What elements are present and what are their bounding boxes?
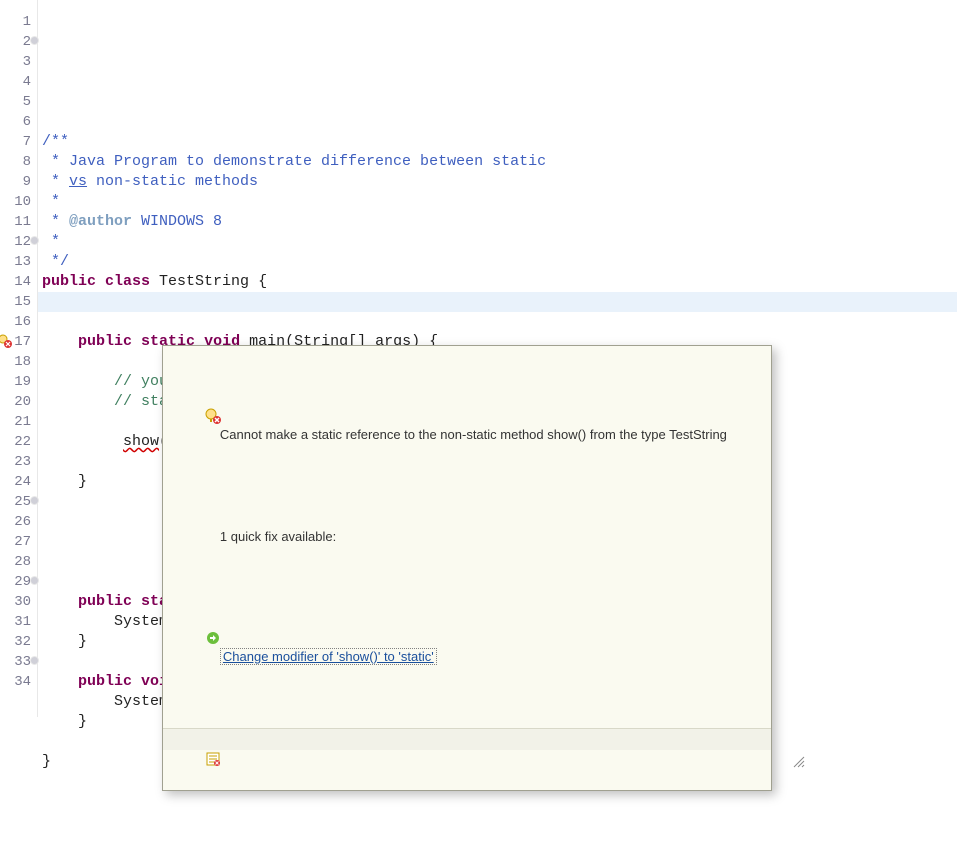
code-area[interactable]: /** * Java Program to demonstrate differ… xyxy=(38,0,957,717)
line-number: 21 xyxy=(0,412,37,432)
tooltip-quickfix-header-row: 1 quick fix available: xyxy=(163,506,771,568)
token-plain xyxy=(96,273,105,290)
token-jd: vs xyxy=(69,173,87,190)
token-jd: * xyxy=(42,173,69,190)
line-number: 29 xyxy=(0,572,37,592)
tooltip-quickfix-row: Change modifier of 'show()' to 'static' xyxy=(163,608,771,688)
code-line[interactable] xyxy=(38,292,957,312)
line-number: 27 xyxy=(0,532,37,552)
line-number: 25 xyxy=(0,492,37,512)
code-line[interactable]: * vs non-static methods xyxy=(38,172,957,192)
line-number: 13 xyxy=(0,252,37,272)
line-number: 32 xyxy=(0,632,37,652)
code-line[interactable] xyxy=(38,112,957,132)
tooltip-error-row: Cannot make a static reference to the no… xyxy=(163,386,771,466)
token-plain: } xyxy=(42,713,87,730)
token-jd: * Java Program to demonstrate difference… xyxy=(42,153,546,170)
line-number: 17 xyxy=(0,332,37,352)
token-jd: */ xyxy=(42,253,69,270)
token-jd: * xyxy=(42,193,60,210)
lightbulb-error-icon xyxy=(169,390,185,406)
line-number: 26 xyxy=(0,512,37,532)
line-number: 10 xyxy=(0,192,37,212)
line-number: 19 xyxy=(0,372,37,392)
code-line[interactable]: * xyxy=(38,192,957,212)
token-plain xyxy=(132,593,141,610)
quickfix-arrow-icon xyxy=(169,612,185,628)
line-number: 2 xyxy=(0,32,37,52)
token-kw: class xyxy=(105,273,150,290)
token-plain xyxy=(42,373,114,390)
token-jd: non-static methods xyxy=(87,173,258,190)
token-kw: public xyxy=(78,673,132,690)
code-line[interactable] xyxy=(38,312,957,332)
line-number: 7 xyxy=(0,132,37,152)
line-number-gutter: 1234567891011121314151617181920212223242… xyxy=(0,0,38,717)
line-number: 20 xyxy=(0,392,37,412)
footer-info-icon[interactable] xyxy=(169,731,185,747)
line-number: 9 xyxy=(0,172,37,192)
token-jd: WINDOWS 8 xyxy=(132,213,222,230)
token-plain xyxy=(42,333,78,350)
token-jd: * xyxy=(42,233,60,250)
line-number: 16 xyxy=(0,312,37,332)
token-plain: } xyxy=(42,633,87,650)
line-number: 23 xyxy=(0,452,37,472)
line-number: 5 xyxy=(0,92,37,112)
line-number: 31 xyxy=(0,612,37,632)
tooltip-error-message: Cannot make a static reference to the no… xyxy=(220,427,727,442)
line-number: 14 xyxy=(0,272,37,292)
tooltip-quickfix-header: 1 quick fix available: xyxy=(220,529,336,544)
line-number: 22 xyxy=(0,432,37,452)
token-kw: public xyxy=(78,593,132,610)
resize-grip-icon[interactable] xyxy=(755,734,769,748)
token-plain xyxy=(42,593,78,610)
line-number: 3 xyxy=(0,52,37,72)
token-jd-tag: @author xyxy=(69,213,132,230)
token-plain xyxy=(132,673,141,690)
tooltip-footer xyxy=(163,728,771,750)
code-line[interactable]: * xyxy=(38,232,957,252)
line-number: 24 xyxy=(0,472,37,492)
line-number: 34 xyxy=(0,672,37,692)
line-number: 1 xyxy=(0,12,37,32)
error-tooltip: Cannot make a static reference to the no… xyxy=(162,345,772,791)
token-plain xyxy=(132,333,141,350)
code-line[interactable]: public class TestString { xyxy=(38,272,957,292)
token-plain: } xyxy=(42,753,51,770)
line-number: 15 xyxy=(0,292,37,312)
token-jd: * xyxy=(42,213,69,230)
code-line[interactable]: * Java Program to demonstrate difference… xyxy=(38,152,957,172)
code-line[interactable]: * @author WINDOWS 8 xyxy=(38,212,957,232)
line-number: 28 xyxy=(0,552,37,572)
token-kw: public xyxy=(78,333,132,350)
line-number: 12 xyxy=(0,232,37,252)
token-wavy: show xyxy=(123,433,159,450)
line-number: 18 xyxy=(0,352,37,372)
line-number: 8 xyxy=(0,152,37,172)
token-plain xyxy=(42,673,78,690)
token-plain: } xyxy=(42,473,87,490)
token-plain: System. xyxy=(42,613,177,630)
tooltip-quickfix-link[interactable]: Change modifier of 'show()' to 'static' xyxy=(220,648,437,665)
code-line[interactable]: /** xyxy=(38,132,957,152)
token-jd: /** xyxy=(42,133,69,150)
token-plain: System. xyxy=(42,693,177,710)
code-editor: 1234567891011121314151617181920212223242… xyxy=(0,0,957,717)
line-number: 6 xyxy=(0,112,37,132)
code-line[interactable]: */ xyxy=(38,252,957,272)
token-plain: TestString { xyxy=(150,273,267,290)
token-plain xyxy=(42,393,114,410)
error-marker-icon[interactable] xyxy=(0,334,12,348)
line-number: 30 xyxy=(0,592,37,612)
line-number: 11 xyxy=(0,212,37,232)
token-kw: public xyxy=(42,273,96,290)
line-number: 33 xyxy=(0,652,37,672)
line-number: 4 xyxy=(0,72,37,92)
token-plain xyxy=(42,433,123,450)
